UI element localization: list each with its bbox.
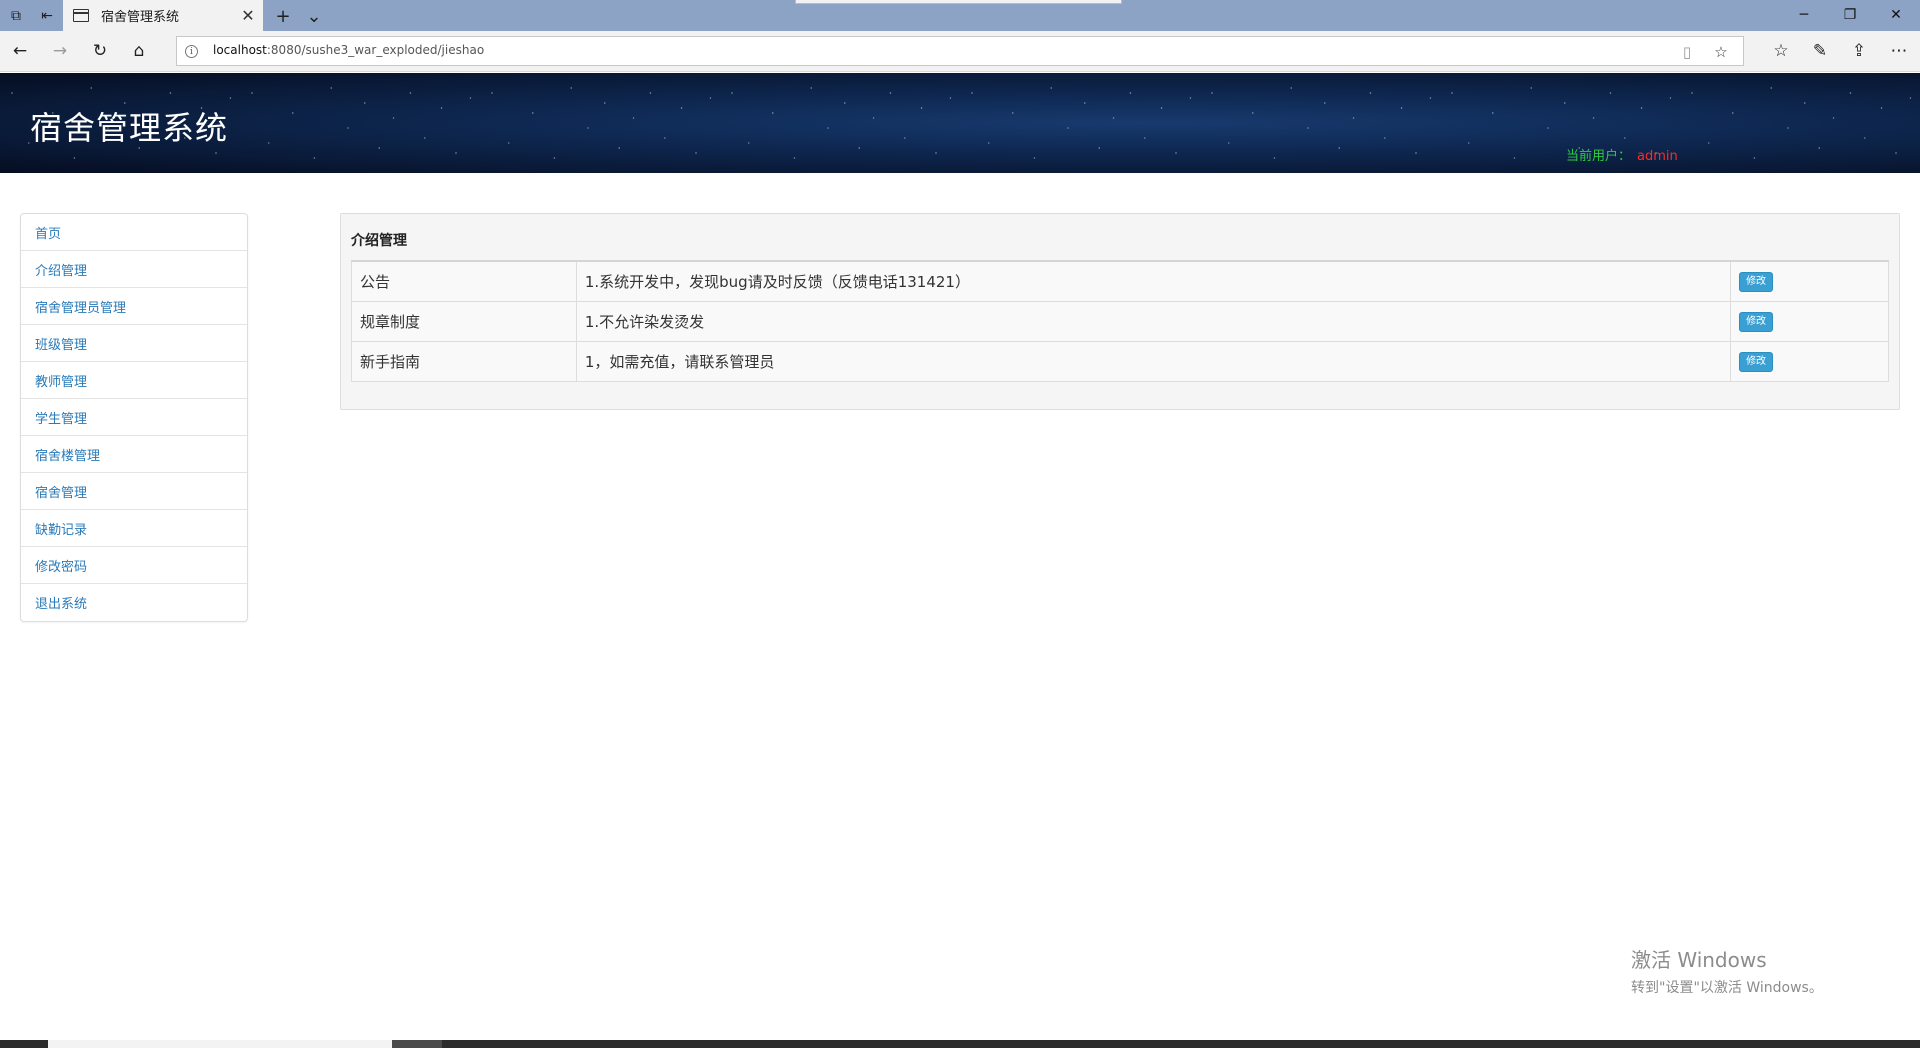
sidebar-item-teachers[interactable]: 教师管理 xyxy=(21,362,247,399)
arrow-left-icon[interactable]: ← xyxy=(8,39,32,63)
intro-table: 公告 1.系统开发中，发现bug请及时反馈（反馈电话131421） 修改 规章制… xyxy=(351,260,1889,382)
sidebar-item-students[interactable]: 学生管理 xyxy=(21,399,247,436)
sidebar-item-absences[interactable]: 缺勤记录 xyxy=(21,510,247,547)
watermark-title: 激活 Windows xyxy=(1631,948,1767,972)
sidebar-item-home[interactable]: 首页 xyxy=(21,214,247,251)
current-user-label: 当前用户： xyxy=(1566,149,1632,164)
favorites-list-icon[interactable]: ☆ xyxy=(1769,39,1793,63)
taskbar-search[interactable] xyxy=(48,1040,392,1048)
row-content: 1.系统开发中，发现bug请及时反馈（反馈电话131421） xyxy=(575,260,1732,302)
taskbar-app[interactable] xyxy=(392,1040,442,1048)
row-name: 规章制度 xyxy=(351,300,577,342)
browser-tab-strip: ⧉ ⇤ 宿舍管理系统 ✕ + ⌄ ─ ❐ ✕ xyxy=(0,0,1920,31)
plus-icon[interactable]: + xyxy=(272,5,294,27)
edit-button[interactable]: 修改 xyxy=(1739,272,1774,293)
sidebar-item-change-password[interactable]: 修改密码 xyxy=(21,547,247,584)
sidebar-item-introduction[interactable]: 介绍管理 xyxy=(21,251,247,288)
page-favicon-icon xyxy=(73,9,89,22)
refresh-icon[interactable]: ↻ xyxy=(88,39,112,63)
current-user-name: admin xyxy=(1637,149,1678,164)
arrow-right-icon[interactable]: → xyxy=(48,39,72,63)
row-name: 新手指南 xyxy=(351,340,577,382)
reading-view-icon[interactable]: ▯ xyxy=(1677,42,1697,62)
row-action-cell: 修改 xyxy=(1730,300,1889,342)
browser-navbar: ← → ↻ ⌂ i localhost:8080/sushe3_war_expl… xyxy=(0,31,1920,72)
windows-activation-watermark: 激活 Windows 转到"设置"以激活 Windows。 xyxy=(1631,944,1823,997)
restore-button[interactable]: ❐ xyxy=(1837,3,1863,27)
sidebar-item-buildings[interactable]: 宿舍楼管理 xyxy=(21,436,247,473)
panel-title: 介绍管理 xyxy=(351,233,407,249)
minimize-button[interactable]: ─ xyxy=(1791,3,1817,27)
sidebar-menu: 首页 介绍管理 宿舍管理员管理 班级管理 教师管理 学生管理 宿舍楼管理 宿舍管… xyxy=(20,213,248,622)
overlay-bar xyxy=(795,0,1122,4)
app-title: 宿舍管理系统 xyxy=(30,109,229,147)
table-row: 新手指南 1，如需充值，请联系管理员 修改 xyxy=(351,340,1889,382)
row-content: 1，如需充值，请联系管理员 xyxy=(575,340,1732,382)
sidebar-item-dorm-admins[interactable]: 宿舍管理员管理 xyxy=(21,288,247,325)
chevron-down-icon[interactable]: ⌄ xyxy=(303,5,325,27)
tab-title: 宿舍管理系统 xyxy=(101,10,180,25)
sidebar-item-logout[interactable]: 退出系统 xyxy=(21,584,247,621)
watermark-subtitle: 转到"设置"以激活 Windows。 xyxy=(1631,980,1823,996)
table-row: 规章制度 1.不允许染发烫发 修改 xyxy=(351,300,1889,342)
row-action-cell: 修改 xyxy=(1730,340,1889,382)
home-icon[interactable]: ⌂ xyxy=(127,39,151,63)
share-icon[interactable]: ⇪ xyxy=(1847,39,1871,63)
edit-button[interactable]: 修改 xyxy=(1739,312,1774,332)
table-row: 公告 1.系统开发中，发现bug请及时反馈（反馈电话131421） 修改 xyxy=(351,260,1889,302)
info-icon[interactable]: i xyxy=(185,45,198,58)
more-icon[interactable]: ⋯ xyxy=(1887,39,1911,63)
row-action-cell: 修改 xyxy=(1730,260,1889,302)
window-close-button[interactable]: ✕ xyxy=(1883,3,1909,27)
sidebar-item-classes[interactable]: 班级管理 xyxy=(21,325,247,362)
star-icon[interactable]: ☆ xyxy=(1711,42,1731,62)
row-content: 1.不允许染发烫发 xyxy=(575,300,1732,342)
row-name: 公告 xyxy=(351,260,577,302)
app-header: 宿舍管理系统 当前用户： admin xyxy=(0,73,1920,173)
sidebar-item-dorms[interactable]: 宿舍管理 xyxy=(21,473,247,510)
current-user: 当前用户： admin xyxy=(1566,145,1678,164)
url-text[interactable]: localhost:8080/sushe3_war_exploded/jiesh… xyxy=(213,43,484,57)
taskbar xyxy=(0,1040,1920,1048)
address-bar[interactable]: i localhost:8080/sushe3_war_exploded/jie… xyxy=(176,36,1744,66)
set-aside-tabs-icon[interactable]: ⇤ xyxy=(37,6,57,26)
browser-tab[interactable]: 宿舍管理系统 ✕ xyxy=(63,0,263,31)
close-icon[interactable]: ✕ xyxy=(239,6,257,25)
edit-button[interactable]: 修改 xyxy=(1739,352,1774,372)
tab-actions-icon[interactable]: ⧉ xyxy=(6,6,26,26)
intro-panel: 介绍管理 公告 1.系统开发中，发现bug请及时反馈（反馈电话131421） 修… xyxy=(340,213,1900,410)
pen-icon[interactable]: ✎ xyxy=(1808,39,1832,63)
